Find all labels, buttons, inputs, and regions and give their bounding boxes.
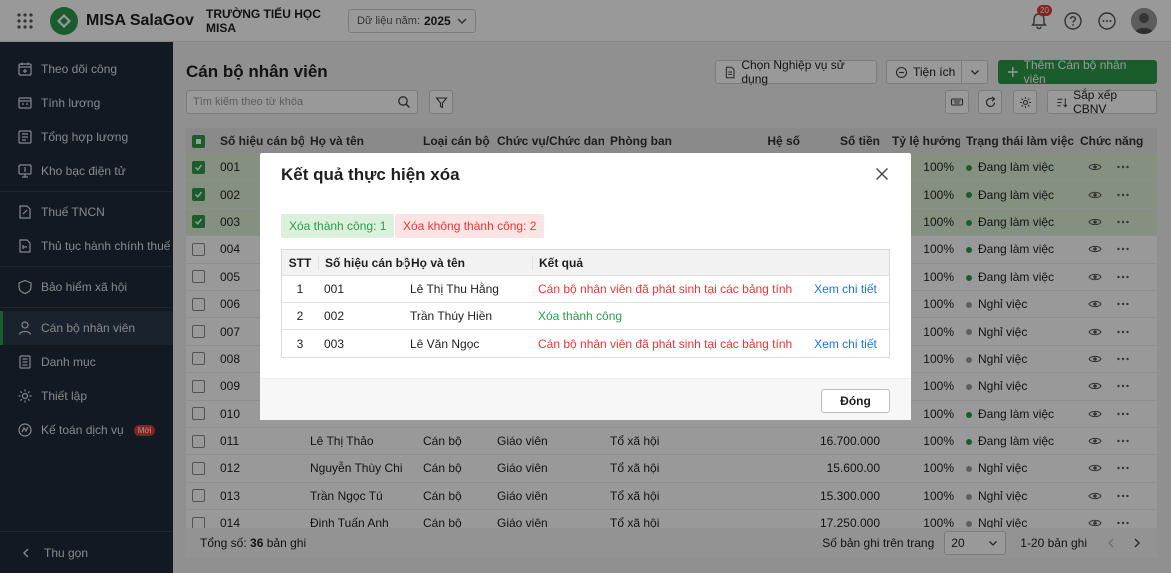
cell-stt: 1 <box>296 282 304 296</box>
cell-stt: 3 <box>296 336 304 351</box>
result-row: 3 003 Lê Văn Ngọc Cán bộ nhân viên đã phát … <box>282 330 889 357</box>
cell-name: Lê Thị Thu Hằng <box>410 282 499 296</box>
header-stt: STT <box>288 255 312 270</box>
delete-result-dialog: Kết quả thực hiện xóa Xóa thành công: 1 … <box>260 153 911 420</box>
close-icon <box>876 168 888 180</box>
result-table: STT Số hiệu cán bộ Họ và tên Kết quả 1 00… <box>281 249 890 358</box>
cell-result: Xóa thành công <box>538 309 623 323</box>
header-code: Số hiệu cán bộ <box>318 255 410 270</box>
cell-code: 002 <box>324 309 345 323</box>
cell-stt: 2 <box>296 309 304 323</box>
header-name: Họ và tên <box>404 255 532 270</box>
dialog-footer: Đóng <box>260 378 911 420</box>
view-detail-link[interactable]: Xem chi tiết <box>802 282 889 296</box>
cell-code: 001 <box>324 282 345 296</box>
cell-result: Cán bộ nhân viên đã phát sinh tại các bả… <box>538 282 793 296</box>
close-button[interactable]: Đóng <box>821 389 890 413</box>
fail-count-tag: Xóa không thành công: 2 <box>395 214 545 238</box>
view-detail-link[interactable]: Xem chi tiết <box>802 337 889 351</box>
cell-name: Trần Thúy Hiền <box>410 309 493 323</box>
cell-code: 003 <box>324 336 345 351</box>
result-table-body: 1 001 Lê Thị Thu Hằng Cán bộ nhân viên đã p… <box>282 276 889 357</box>
cell-result: Cán bộ nhân viên đã phát sinh tại các bả… <box>538 336 793 351</box>
cell-name: Lê Văn Ngọc <box>410 336 480 351</box>
close-dialog-button[interactable] <box>875 167 889 181</box>
result-table-header: STT Số hiệu cán bộ Họ và tên Kết quả <box>282 250 889 276</box>
header-result: Kết quả <box>532 255 802 270</box>
result-row: 1 001 Lê Thị Thu Hằng Cán bộ nhân viên đã p… <box>282 276 889 303</box>
success-count-tag: Xóa thành công: 1 <box>281 214 395 238</box>
dialog-title: Kết quả thực hiện xóa <box>281 165 460 184</box>
result-row: 2 002 Trần Thúy Hiền Xóa thành công <box>282 303 889 330</box>
